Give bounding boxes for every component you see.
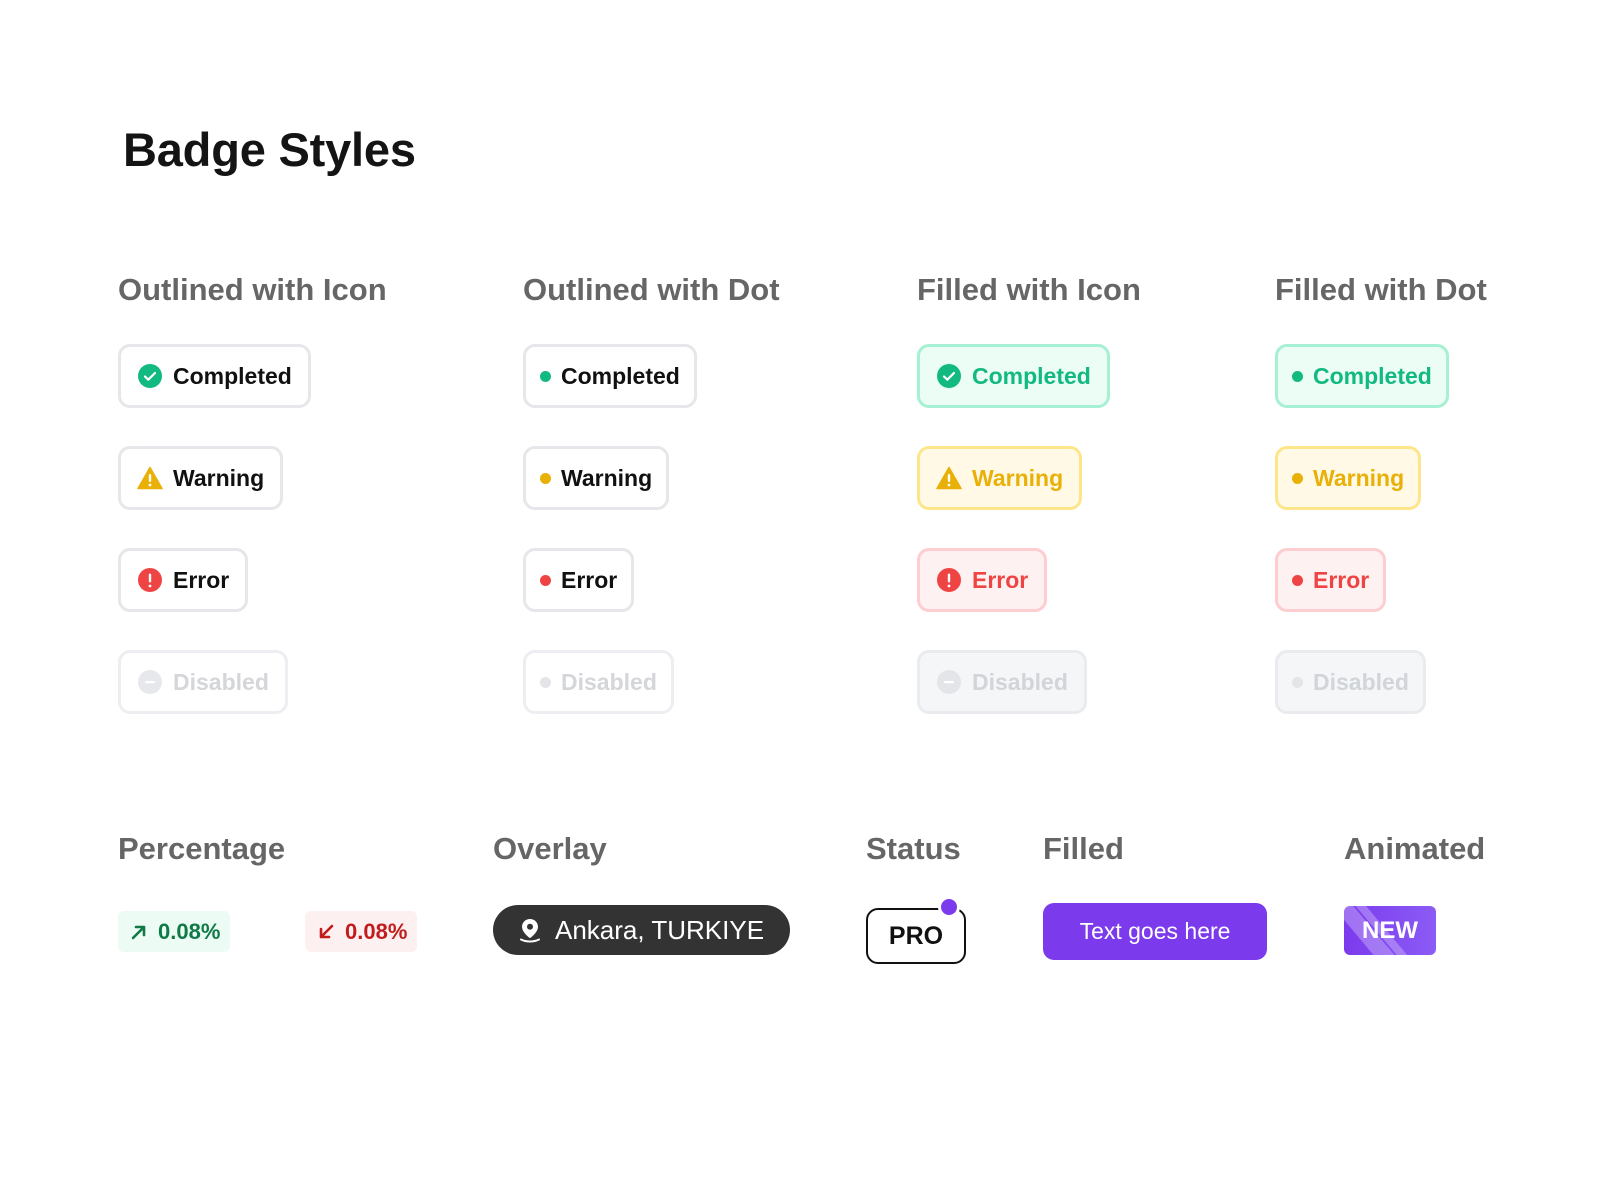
badge-outlined-dot-disabled: Disabled	[523, 650, 674, 714]
status-dot	[1292, 574, 1303, 586]
badge-filled-dot-disabled: Disabled	[1275, 650, 1426, 714]
badge-outlined-icon-completed[interactable]: Completed	[118, 344, 311, 408]
badge-label: Warning	[1313, 464, 1405, 491]
heading-animated: Animated	[1344, 831, 1486, 866]
percentage-value: 0.08%	[158, 918, 221, 944]
animated-label: NEW	[1362, 916, 1418, 944]
badge-label: Disabled	[1313, 668, 1409, 695]
minus-circle-icon	[137, 669, 163, 695]
percentage-badge-down[interactable]: 0.08%	[305, 911, 418, 952]
check-circle-icon	[936, 363, 962, 389]
badge-filled-icon-warning[interactable]: Warning	[917, 446, 1083, 510]
status-indicator-dot	[938, 896, 960, 918]
badge-filled-dot-error[interactable]: Error	[1275, 548, 1387, 612]
status-dot	[1292, 370, 1303, 382]
status-dot	[540, 574, 551, 586]
badge-label: Completed	[561, 362, 680, 389]
badge-label: Completed	[972, 362, 1091, 389]
status-dot	[540, 370, 551, 382]
badge-label: Error	[561, 566, 618, 593]
badge-label: Warning	[972, 464, 1064, 491]
heading-percentage: Percentage	[118, 831, 286, 866]
heading-overlay: Overlay	[493, 831, 607, 866]
badge-outlined-dot-completed[interactable]: Completed	[523, 344, 697, 408]
badge-label: Completed	[173, 362, 292, 389]
badge-filled-icon-error[interactable]: Error	[917, 548, 1048, 612]
heading-filled-with-icon: Filled with Icon	[917, 272, 1141, 307]
badge-label: Warning	[561, 464, 653, 491]
heading-status: Status	[866, 831, 961, 866]
badge-filled-dot-completed[interactable]: Completed	[1275, 344, 1449, 408]
error-circle-icon	[137, 567, 163, 593]
overlay-label: Ankara, TURKIYE	[555, 914, 765, 945]
badge-label: Warning	[173, 464, 265, 491]
warning-triangle-icon	[936, 465, 962, 491]
location-pin-icon	[517, 917, 543, 943]
arrow-up-right-icon	[128, 921, 150, 943]
badge-outlined-icon-error[interactable]: Error	[118, 548, 249, 612]
warning-triangle-icon	[137, 465, 163, 491]
badge-label: Disabled	[561, 668, 657, 695]
heading-filled-with-dot: Filled with Dot	[1275, 272, 1487, 307]
badge-outlined-dot-error[interactable]: Error	[523, 548, 635, 612]
badge-label: Error	[1313, 566, 1370, 593]
heading-outlined-with-dot: Outlined with Dot	[523, 272, 780, 307]
animated-badge[interactable]: NEW	[1344, 906, 1436, 955]
badge-filled-dot-warning[interactable]: Warning	[1275, 446, 1422, 510]
badge-filled-icon-completed[interactable]: Completed	[917, 344, 1110, 408]
status-dot	[540, 472, 551, 484]
arrow-down-left-icon	[315, 921, 337, 943]
heading-outlined-with-icon: Outlined with Icon	[118, 272, 387, 307]
filled-badge[interactable]: Text goes here	[1043, 903, 1267, 960]
badge-filled-icon-disabled: Disabled	[917, 650, 1087, 714]
overlay-badge[interactable]: Ankara, TURKIYE	[493, 905, 791, 955]
badge-label: Disabled	[972, 668, 1068, 695]
status-dot	[540, 676, 551, 688]
filled-label: Text goes here	[1079, 918, 1231, 944]
check-circle-icon	[137, 363, 163, 389]
badge-outlined-icon-disabled: Disabled	[118, 650, 288, 714]
percentage-badge-up[interactable]: 0.08%	[118, 911, 231, 952]
badge-outlined-dot-warning[interactable]: Warning	[523, 446, 670, 510]
badge-label: Disabled	[173, 668, 269, 695]
status-label: PRO	[888, 921, 944, 950]
heading-filled: Filled	[1043, 831, 1124, 866]
error-circle-icon	[936, 567, 962, 593]
badge-label: Error	[972, 566, 1029, 593]
status-dot	[1292, 676, 1303, 688]
badge-label: Completed	[1313, 362, 1432, 389]
percentage-value: 0.08%	[345, 918, 408, 944]
badge-label: Error	[173, 566, 230, 593]
page-title: Badge Styles	[123, 123, 416, 176]
status-dot	[1292, 472, 1303, 484]
minus-circle-icon	[936, 669, 962, 695]
badge-outlined-icon-warning[interactable]: Warning	[118, 446, 284, 510]
